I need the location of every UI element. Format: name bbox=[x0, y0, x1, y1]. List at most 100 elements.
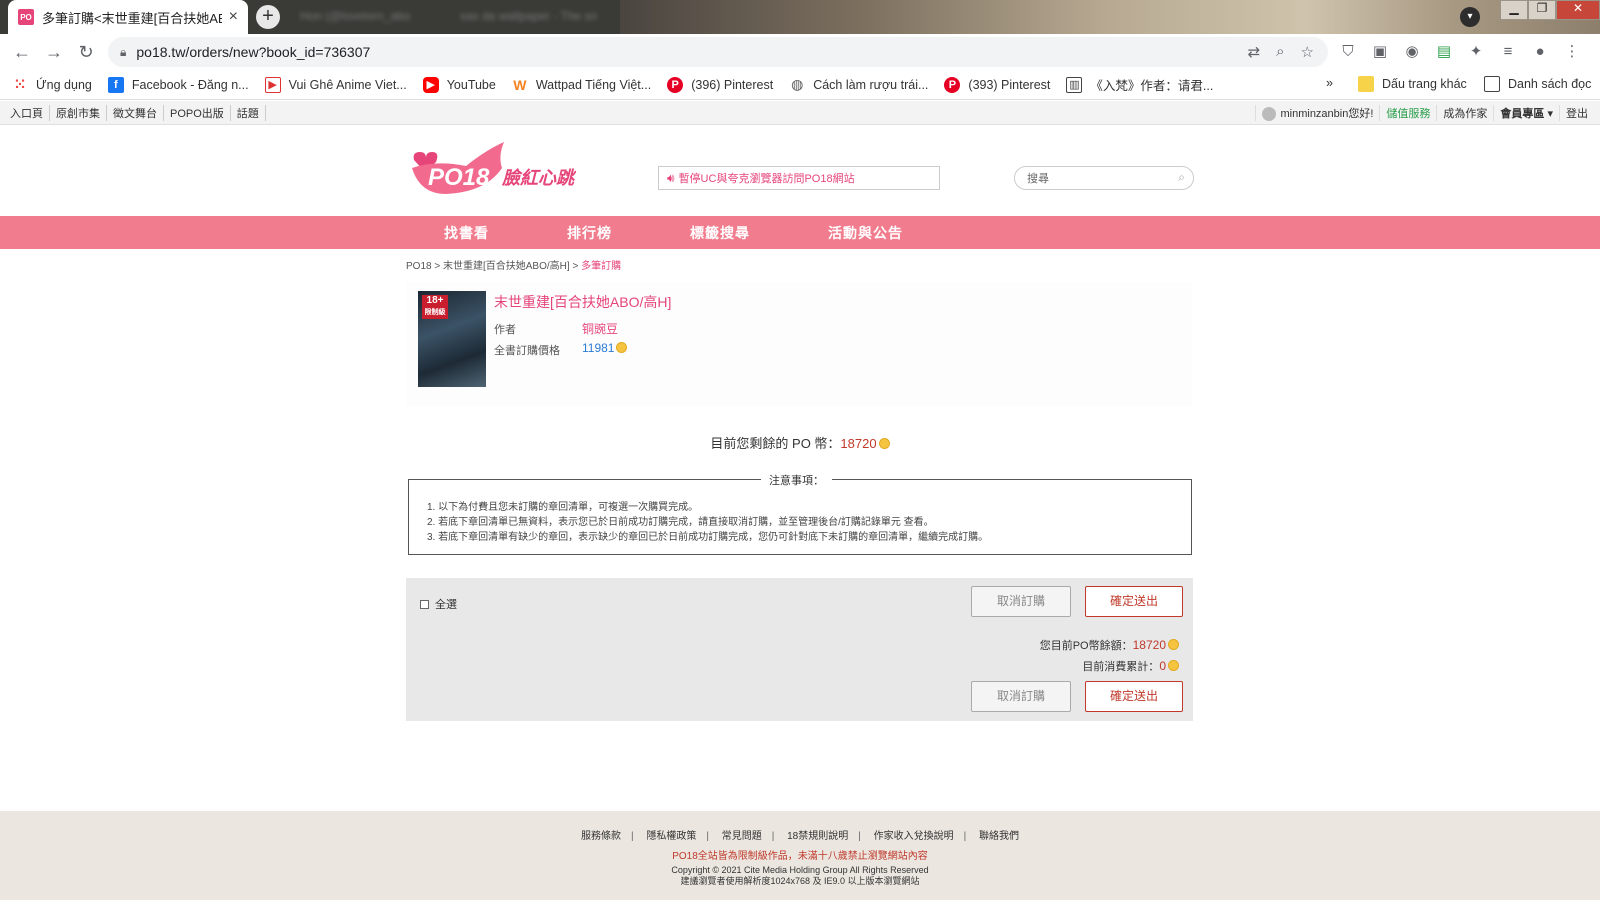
site-notice-text: 暫停UC與夸克瀏覽器訪問PO18網站 bbox=[678, 173, 855, 185]
bookmark-label: Ứng dụng bbox=[36, 77, 92, 92]
shield-extension-icon[interactable]: ⛉ bbox=[1338, 42, 1358, 62]
overflow-chevron-icon: » bbox=[1326, 76, 1333, 90]
zoom-icon[interactable]: ⌕ bbox=[1276, 43, 1284, 61]
footer-link-privacy[interactable]: 隱私權政策 bbox=[646, 831, 696, 842]
remaining-balance-label: 目前您剩餘的 PO 幣： bbox=[710, 436, 841, 451]
reading-list-icon[interactable]: ≡ bbox=[1498, 42, 1518, 62]
close-window-button[interactable]: ✕ bbox=[1556, 0, 1600, 20]
site-header: PO18 臉紅心跳 🔊︎ 暫停UC與夸克瀏覽器訪問PO18網站 搜尋 ⌕ bbox=[0, 126, 1600, 216]
link-popo-publish[interactable]: POPO出版 bbox=[164, 105, 231, 121]
bookmark-label: Cách làm rượu trái... bbox=[813, 77, 929, 92]
bookmark-wattpad[interactable]: W Wattpad Tiếng Việt... bbox=[512, 77, 651, 93]
background-tab-2[interactable]: sax da wallpaper - The sn bbox=[460, 9, 597, 23]
author-label: 作者 bbox=[494, 324, 516, 336]
remaining-balance: 目前您剩餘的 PO 幣：18720 bbox=[0, 433, 1600, 452]
minimize-button[interactable]: ▁ bbox=[1500, 0, 1528, 20]
footer-separator: | bbox=[771, 831, 775, 842]
other-bookmarks[interactable]: Dấu trang khác bbox=[1358, 76, 1467, 92]
select-all-checkbox[interactable] bbox=[420, 599, 429, 609]
bookmark-youtube[interactable]: ▶ YouTube bbox=[422, 76, 496, 93]
bookmark-vuighe[interactable]: ▶ Vui Ghê Anime Viet... bbox=[264, 76, 407, 93]
bookmark-facebook[interactable]: f Facebook - Đăng n... bbox=[107, 76, 249, 93]
reload-icon[interactable]: ↻ bbox=[70, 42, 102, 63]
footer-link-18-rules[interactable]: 18禁規則說明 bbox=[787, 831, 848, 842]
translate-icon[interactable]: ⇄ bbox=[1248, 43, 1261, 61]
footer-link-author-income[interactable]: 作家收入兌換說明 bbox=[874, 831, 954, 842]
link-topup-service[interactable]: 儲值服務 bbox=[1379, 105, 1436, 121]
browser-tab-strip: PO 多筆訂購<末世重建[百合扶她ABO × + Hon (@lovelorn_… bbox=[0, 0, 1600, 34]
tab-close-icon[interactable]: × bbox=[229, 8, 238, 26]
link-original-market[interactable]: 原創市集 bbox=[50, 105, 107, 121]
select-all[interactable]: 全選 bbox=[420, 596, 457, 612]
bookmark-pinterest-2[interactable]: P (393) Pinterest bbox=[944, 76, 1050, 93]
reading-list[interactable]: Danh sách đọc bbox=[1484, 76, 1591, 92]
bookmark-label: Wattpad Tiếng Việt... bbox=[535, 77, 652, 92]
current-balance: 您目前PO幣餘額：18720 bbox=[1040, 637, 1179, 653]
footer-link-faq[interactable]: 常見問題 bbox=[722, 831, 762, 842]
book-cover[interactable]: 18+ 限制級 bbox=[418, 291, 486, 387]
profile-avatar-icon[interactable]: ● bbox=[1530, 42, 1550, 62]
link-become-author[interactable]: 成為作家 bbox=[1436, 105, 1493, 121]
play-icon: ▶ bbox=[264, 76, 281, 93]
bookmark-apps[interactable]: ⁙ Ứng dụng bbox=[12, 76, 92, 93]
footer-link-contact[interactable]: 聯絡我們 bbox=[979, 831, 1019, 842]
nav-events[interactable]: 活動與公告 bbox=[828, 223, 903, 243]
site-footer: 服務條款 | 隱私權政策 | 常見問題 | 18禁規則說明 | 作家收入兌換說明 | 聯絡… bbox=[0, 811, 1600, 900]
footer-separator: | bbox=[630, 831, 634, 842]
nav-rankings[interactable]: 排行榜 bbox=[567, 223, 612, 243]
puzzle-extensions-icon[interactable]: ✦ bbox=[1466, 42, 1486, 62]
address-bar[interactable]: 🔒︎ po18.tw/orders/new?book_id=736307 ⇄ ⌕… bbox=[108, 37, 1328, 67]
cancel-order-button[interactable]: 取消訂購 bbox=[971, 586, 1071, 617]
bookmark-pinterest-1[interactable]: P (396) Pinterest bbox=[667, 76, 773, 93]
bookmark-star-icon[interactable]: ☆ bbox=[1301, 43, 1314, 61]
order-panel: 全選 取消訂購 確定送出 您目前PO幣餘額：18720 目前消費累計：0 取消訂… bbox=[406, 578, 1193, 721]
user-greeting[interactable]: minminzanbin您好! bbox=[1255, 104, 1379, 122]
po18-logo[interactable]: PO18 臉紅心跳 bbox=[406, 138, 576, 198]
confirm-submit-button[interactable]: 確定送出 bbox=[1085, 586, 1183, 617]
cancel-order-button-bottom[interactable]: 取消訂購 bbox=[971, 681, 1071, 712]
background-tab-1[interactable]: Hon (@lovelorn_abo bbox=[300, 9, 410, 23]
bookmark-ruou[interactable]: ◍ Cách làm rượu trái... bbox=[789, 76, 929, 93]
breadcrumb-current: 多筆訂購 bbox=[581, 261, 622, 272]
forward-arrow-icon[interactable]: → bbox=[38, 42, 70, 63]
link-entry-page[interactable]: 入口頁 bbox=[4, 105, 50, 121]
site-notice-banner[interactable]: 🔊︎ 暫停UC與夸克瀏覽器訪問PO18網站 bbox=[658, 166, 940, 190]
browser-menu-icon[interactable]: ⋮ bbox=[1562, 42, 1582, 62]
reader-extension-icon[interactable]: ▣ bbox=[1370, 42, 1390, 62]
cursor-extension-icon[interactable]: ◉ bbox=[1402, 42, 1422, 62]
new-tab-button[interactable]: + bbox=[256, 5, 280, 29]
nav-tag-search[interactable]: 標籤搜尋 bbox=[690, 223, 750, 243]
breadcrumb: PO18 > 末世重建[百合扶她ABO/高H] > 多筆訂購 bbox=[406, 257, 621, 272]
tab-search-icon[interactable]: ▾ bbox=[1460, 7, 1480, 27]
nav-find-books[interactable]: 找書看 bbox=[444, 223, 489, 243]
order-total-value: 0 bbox=[1159, 659, 1166, 673]
member-menu[interactable]: 會員專區 ▾ bbox=[1493, 105, 1559, 121]
reading-list-label: Danh sách đọc bbox=[1508, 77, 1592, 91]
link-contest[interactable]: 徵文舞台 bbox=[107, 105, 164, 121]
breadcrumb-book[interactable]: 末世重建[百合扶她ABO/高H] bbox=[443, 261, 570, 272]
bookmarks-overflow-button[interactable]: » bbox=[1326, 76, 1333, 90]
sg-extension-icon[interactable]: ▤ bbox=[1434, 42, 1454, 62]
site-search-input[interactable]: 搜尋 ⌕ bbox=[1014, 166, 1194, 190]
restore-button[interactable]: ❐ bbox=[1528, 0, 1556, 20]
breadcrumb-home[interactable]: PO18 bbox=[406, 261, 432, 272]
confirm-submit-button-bottom[interactable]: 確定送出 bbox=[1085, 681, 1183, 712]
globe-icon: ◍ bbox=[791, 76, 804, 92]
link-logout[interactable]: 登出 bbox=[1559, 105, 1594, 121]
book-title[interactable]: 末世重建[百合扶她ABO/高H] bbox=[494, 292, 671, 312]
current-balance-value: 18720 bbox=[1132, 638, 1166, 652]
tab-strip-background bbox=[620, 0, 1600, 34]
link-topics[interactable]: 話題 bbox=[231, 105, 266, 121]
note-item: 2. 若底下章回清單已無資料，表示您已於日前成功訂購完成，請直接取消訂購，並至管… bbox=[427, 517, 934, 528]
search-icon[interactable]: ⌕ bbox=[1178, 170, 1185, 185]
url-text[interactable]: po18.tw/orders/new?book_id=736307 bbox=[136, 44, 370, 60]
footer-link-terms[interactable]: 服務條款 bbox=[581, 831, 621, 842]
wattpad-icon: W bbox=[513, 76, 527, 93]
book-price: 11981 bbox=[582, 341, 628, 355]
coin-icon bbox=[1168, 660, 1179, 671]
reading-list-icon bbox=[1484, 76, 1500, 92]
bookmark-rufan[interactable]: ▥ 《入梵》作者：请君... bbox=[1066, 75, 1213, 94]
back-arrow-icon[interactable]: ← bbox=[6, 42, 38, 63]
browser-tab-active[interactable]: PO 多筆訂購<末世重建[百合扶她ABO × bbox=[8, 0, 248, 34]
author-name[interactable]: 铜豌豆 bbox=[582, 320, 618, 337]
